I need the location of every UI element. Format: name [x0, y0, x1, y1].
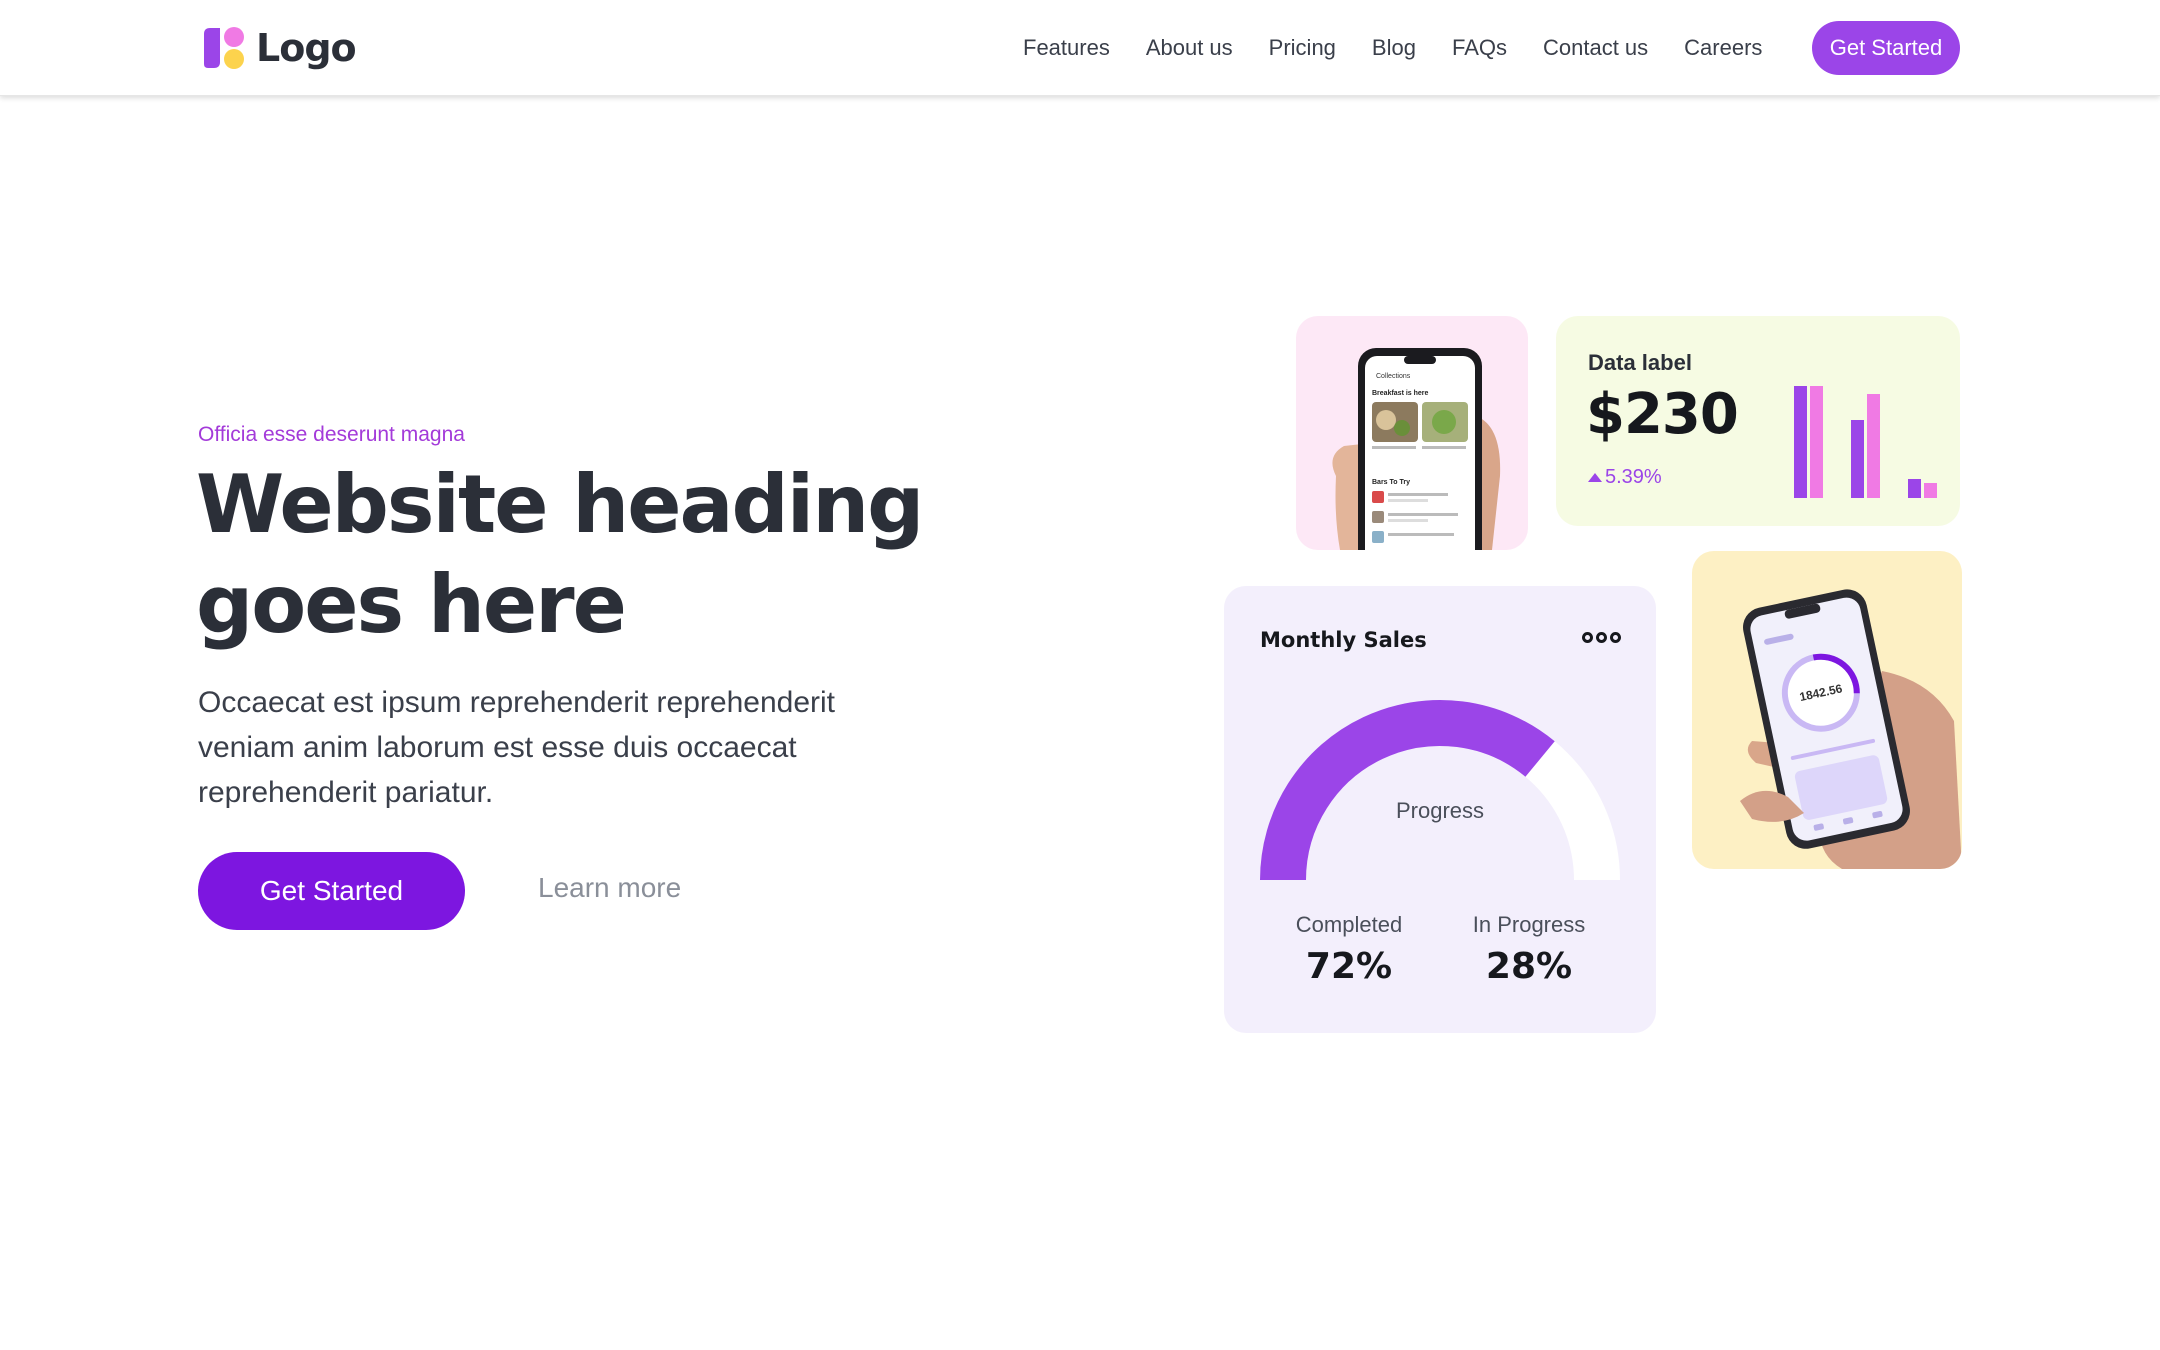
logo-mark-icon [204, 27, 244, 69]
nav-about-us[interactable]: About us [1146, 35, 1233, 61]
in-progress-label: In Progress [1472, 912, 1586, 937]
in-progress-stat: In Progress 28% [1439, 912, 1619, 987]
hero-eyebrow: Officia esse deserunt magna [198, 423, 465, 446]
mini-bar-purple-2 [1851, 420, 1864, 498]
mini-bar-pink-3 [1924, 483, 1937, 498]
data-card-change-value: 5.39% [1605, 466, 1662, 488]
in-progress-value: 28% [1485, 946, 1573, 987]
gauge-label: Progress [1395, 798, 1485, 823]
mini-bar-purple-3 [1908, 479, 1921, 498]
more-dots-icon[interactable] [1582, 632, 1621, 643]
data-label-card: Data label $230 5.39% [1556, 316, 1960, 526]
nav-careers[interactable]: Careers [1684, 35, 1762, 61]
learn-more-link[interactable]: Learn more [538, 872, 681, 904]
data-card-label: Data label [1588, 350, 1692, 375]
completed-stat: Completed 72% [1259, 912, 1439, 987]
phone-app-back-text: Collections [1376, 373, 1411, 380]
phone-in-hand-image: 1842.56 [1740, 589, 1962, 869]
sales-card-title: Monthly Sales [1260, 628, 1427, 652]
mini-bar-pink-2 [1867, 394, 1880, 498]
phone-section-1-text: Breakfast is here [1372, 390, 1429, 397]
phone-photo-card-1: Collections Breakfast is here Bars To Tr… [1296, 316, 1528, 550]
mini-bar-pink-1 [1810, 386, 1823, 498]
nav-pricing[interactable]: Pricing [1269, 35, 1336, 61]
main-nav: Features About us Pricing Blog FAQs Cont… [1000, 28, 1762, 68]
mini-bar-chart [1794, 386, 1937, 498]
logo-text: Logo [256, 26, 357, 70]
nav-faqs[interactable]: FAQs [1452, 35, 1507, 61]
phone-food-app-image: Collections Breakfast is here Bars To Tr… [1332, 348, 1501, 550]
phone-section-2-text: Bars To Try [1372, 479, 1410, 486]
phone-photo-card-2: 1842.56 [1692, 551, 1962, 869]
completed-label: Completed [1295, 912, 1403, 937]
nav-blog[interactable]: Blog [1372, 35, 1416, 61]
data-card-value: $230 [1586, 382, 1739, 447]
progress-gauge [1260, 700, 1620, 880]
header-get-started-button[interactable]: Get Started [1812, 21, 1960, 75]
hero-heading: Website heading goes here [196, 458, 924, 651]
nav-features[interactable]: Features [1023, 35, 1110, 61]
site-header: Logo Features About us Pricing Blog FAQs… [0, 0, 2160, 96]
monthly-sales-card: Monthly Sales Progress Completed 72% In … [1224, 586, 1656, 1033]
mini-bar-purple-1 [1794, 386, 1807, 498]
data-card-change: 5.39% [1588, 466, 1662, 489]
logo[interactable]: Logo [200, 24, 357, 72]
arrow-up-icon [1588, 473, 1602, 482]
hero-lead: Occaecat est ipsum reprehenderit reprehe… [198, 686, 836, 809]
completed-value: 72% [1305, 946, 1393, 987]
hero-get-started-button[interactable]: Get Started [198, 852, 465, 930]
nav-contact-us[interactable]: Contact us [1543, 35, 1648, 61]
